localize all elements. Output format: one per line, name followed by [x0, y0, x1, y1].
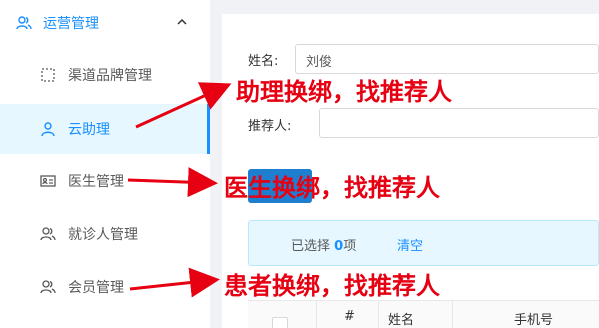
referrer-input[interactable]: [319, 108, 599, 138]
sidebar-item-cloud-assistant[interactable]: 云助理: [0, 104, 210, 154]
sidebar-item-patient[interactable]: 就诊人管理: [0, 209, 210, 259]
column-divider: [452, 301, 453, 328]
name-label: 姓名:: [248, 54, 279, 69]
sidebar-item-label: 就诊人管理: [68, 227, 138, 243]
sidebar-item-label: 会员管理: [68, 280, 124, 296]
annotation-patient: 患者换绑，找推荐人: [224, 271, 440, 300]
annotation-assistant: 助理换绑，找推荐人: [236, 77, 452, 106]
sidebar-item-channel-brand[interactable]: 渠道品牌管理: [0, 50, 210, 100]
column-index: #: [344, 309, 355, 324]
annotation-doctor: 医生换绑，找推荐人: [224, 173, 440, 202]
id-card-icon: [40, 175, 56, 187]
column-divider: [378, 301, 379, 328]
referrer-label: 推荐人:: [248, 119, 292, 134]
sidebar-item-member[interactable]: 会员管理: [0, 262, 210, 312]
column-phone: 手机号: [514, 313, 554, 328]
users-icon: [16, 16, 32, 30]
column-name: 姓名: [388, 313, 415, 328]
user-icon: [41, 122, 55, 137]
selected-count-text: 已选择 0项: [291, 239, 357, 254]
name-input[interactable]: 刘俊: [295, 44, 599, 74]
sidebar-item-label: 医生管理: [68, 174, 124, 190]
users-icon: [40, 280, 56, 294]
users-icon: [40, 227, 56, 241]
sidebar-item-doctor[interactable]: 医生管理: [0, 156, 210, 206]
table-header: # 姓名 手机号: [248, 300, 599, 328]
dashed-square-icon: [41, 68, 55, 82]
column-divider: [316, 301, 317, 328]
sidebar-item-label: 渠道品牌管理: [68, 68, 152, 84]
chevron-up-icon: [177, 18, 187, 25]
menu-group-operations[interactable]: 运营管理: [0, 0, 210, 46]
select-all-checkbox[interactable]: [272, 317, 288, 328]
clear-link[interactable]: 清空: [397, 235, 423, 254]
active-indicator: [207, 104, 210, 154]
sidebar: 运营管理 渠道品牌管理 云助理 医生管理 就诊人管理 会员管理: [0, 0, 210, 328]
sidebar-item-label: 云助理: [68, 122, 110, 138]
menu-group-label: 运营管理: [43, 16, 99, 32]
selection-alert: 已选择 0项 清空: [248, 220, 599, 266]
